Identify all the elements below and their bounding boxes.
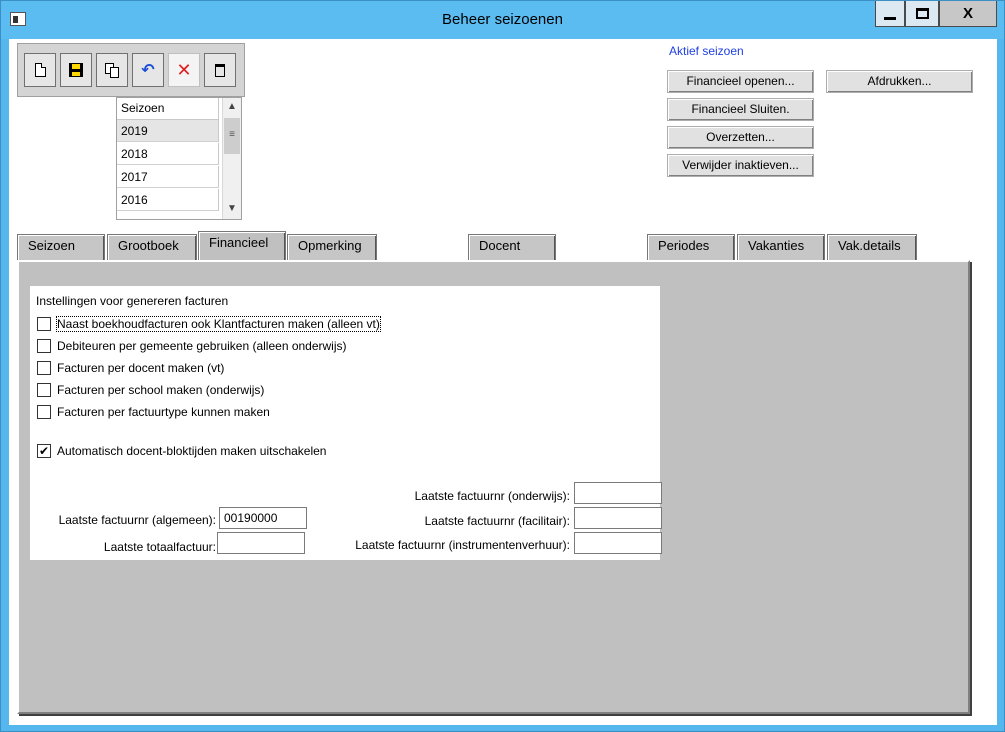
title-bar[interactable]: Beheer seizoenen X: [1, 1, 1004, 39]
checkbox-klantfacturen[interactable]: Naast boekhoudfacturen ook Klantfacturen…: [37, 315, 381, 333]
remove-inactive-button[interactable]: Verwijder inaktieven...: [667, 154, 814, 177]
transfer-button[interactable]: Overzetten...: [667, 126, 814, 149]
undo-icon: ↶: [141, 62, 155, 79]
season-row[interactable]: 2019: [117, 120, 219, 142]
active-season-label: Aktief seizoen: [669, 44, 744, 58]
checkbox-label: Debiteuren per gemeente gebruiken (allee…: [57, 339, 347, 353]
checkbox-label: Facturen per school maken (onderwijs): [57, 383, 265, 397]
scroll-thumb[interactable]: ≡: [224, 118, 240, 154]
print-button[interactable]: Afdrukken...: [826, 70, 973, 93]
checkbox-box[interactable]: [37, 361, 51, 375]
label-factuurnr-onderwijs: Laatste factuurnr (onderwijs):: [414, 489, 570, 503]
application-window: Beheer seizoenen X ↶ ✕ Seizoen 2019 2018…: [0, 0, 1005, 732]
new-button[interactable]: [24, 53, 56, 87]
scroll-up-icon[interactable]: ▲: [223, 98, 241, 116]
save-button[interactable]: [60, 53, 92, 87]
checkbox-debiteuren-gemeente[interactable]: Debiteuren per gemeente gebruiken (allee…: [37, 337, 347, 355]
label-totaalfactuur: Laatste totaalfactuur:: [103, 540, 216, 554]
copy-icon: [105, 63, 119, 78]
undo-button[interactable]: ↶: [132, 53, 164, 87]
checkmark-icon[interactable]: ✔: [37, 444, 51, 458]
minimize-button[interactable]: [875, 1, 905, 27]
open-financial-button[interactable]: Financieel openen...: [667, 70, 814, 93]
tab-grootboek[interactable]: Grootboek: [107, 234, 197, 260]
financieel-tab-panel: Instellingen voor genereren facturen Naa…: [17, 260, 970, 714]
new-icon: [34, 63, 46, 77]
cancel-icon: ✕: [176, 59, 192, 80]
checkbox-box[interactable]: [37, 383, 51, 397]
tab-vakanties[interactable]: Vakanties: [737, 234, 825, 260]
checkbox-facturen-docent[interactable]: Facturen per docent maken (vt): [37, 359, 224, 377]
checkbox-facturen-school[interactable]: Facturen per school maken (onderwijs): [37, 381, 264, 399]
checkbox-box[interactable]: [37, 339, 51, 353]
checkbox-bloktijden-uitschakelen[interactable]: ✔ Automatisch docent-bloktijden maken ui…: [37, 442, 326, 460]
minimize-icon: [884, 17, 896, 20]
tab-docent[interactable]: Docent: [468, 234, 556, 260]
checkbox-box[interactable]: [37, 317, 51, 331]
window-title: Beheer seizoenen: [442, 11, 563, 28]
tab-vak-details[interactable]: Vak.details: [827, 234, 917, 260]
season-row[interactable]: 2016: [117, 189, 219, 211]
input-factuurnr-algemeen[interactable]: 00190000: [219, 507, 307, 529]
checkbox-label: Automatisch docent-bloktijden maken uits…: [57, 444, 327, 458]
input-factuurnr-facilitair[interactable]: [574, 507, 662, 529]
close-financial-button[interactable]: Financieel Sluiten.: [667, 98, 814, 121]
invoice-settings-panel: Instellingen voor genereren facturen Naa…: [30, 286, 662, 560]
save-icon: [69, 63, 83, 77]
season-list[interactable]: Seizoen 2019 2018 2017 2016 ▲ ≡ ▼: [116, 97, 242, 220]
checkbox-label: Facturen per docent maken (vt): [57, 361, 225, 375]
checkbox-label: Naast boekhoudfacturen ook Klantfacturen…: [56, 316, 381, 332]
label-factuurnr-facilitair: Laatste factuurnr (facilitair):: [424, 514, 570, 528]
label-factuurnr-instrumentenverhuur: Laatste factuurnr (instrumentenverhuur):: [355, 538, 570, 552]
tab-seizoen[interactable]: Seizoen: [17, 234, 105, 260]
maximize-icon: [915, 8, 929, 19]
cancel-button[interactable]: ✕: [168, 53, 200, 87]
input-totaalfactuur[interactable]: [217, 532, 305, 554]
scroll-down-icon[interactable]: ▼: [223, 200, 241, 218]
toolbar: ↶ ✕: [17, 43, 245, 97]
delete-button[interactable]: [204, 53, 236, 87]
delete-icon: [215, 63, 225, 77]
tab-financieel[interactable]: Financieel: [198, 231, 286, 261]
maximize-button[interactable]: [905, 1, 939, 27]
tab-opmerking[interactable]: Opmerking: [287, 234, 377, 260]
section-title: Instellingen voor genereren facturen: [36, 294, 229, 308]
label-factuurnr-algemeen: Laatste factuurnr (algemeen):: [58, 513, 216, 527]
copy-button[interactable]: [96, 53, 128, 87]
input-factuurnr-onderwijs[interactable]: [574, 482, 662, 504]
season-list-scrollbar[interactable]: ▲ ≡ ▼: [222, 98, 241, 219]
client-area: ↶ ✕ Seizoen 2019 2018 2017 2016 ▲ ≡ ▼ Ak…: [9, 39, 997, 725]
input-factuurnr-instrumentenverhuur[interactable]: [574, 532, 662, 554]
checkbox-label: Facturen per factuurtype kunnen maken: [57, 405, 270, 419]
checkbox-facturen-factuurtype[interactable]: Facturen per factuurtype kunnen maken: [37, 403, 270, 421]
season-list-header: Seizoen: [117, 98, 219, 120]
season-row[interactable]: 2017: [117, 166, 219, 188]
checkbox-box[interactable]: [37, 405, 51, 419]
season-row[interactable]: 2018: [117, 143, 219, 165]
close-icon: X: [962, 5, 973, 22]
tab-periodes[interactable]: Periodes: [647, 234, 735, 260]
close-button[interactable]: X: [939, 1, 997, 27]
